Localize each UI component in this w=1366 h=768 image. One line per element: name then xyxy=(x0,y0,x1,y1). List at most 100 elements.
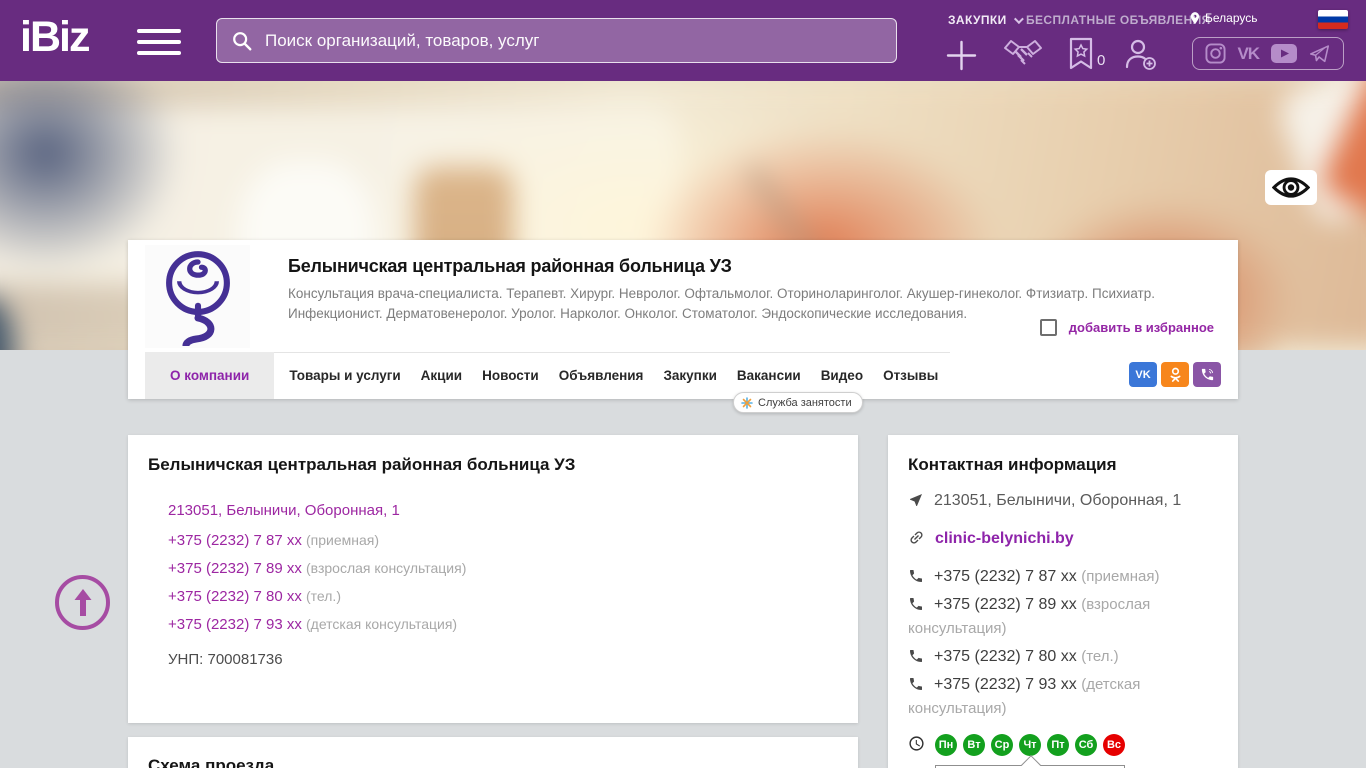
contact-phone-number[interactable]: +375 (2232) 7 87 хх xyxy=(934,568,1077,585)
tab-6[interactable]: Закупки xyxy=(663,368,716,383)
login-button[interactable] xyxy=(1123,38,1157,76)
contact-phone-number[interactable]: +375 (2232) 7 89 хх xyxy=(934,596,1077,613)
schedule-row: Пн Вт Ср Чт Пт Сб Вс xyxy=(908,733,1218,757)
schedule-day-Пн[interactable]: Пн xyxy=(935,733,957,756)
company-address-link[interactable]: 213051, Белыничи, Оборонная, 1 xyxy=(168,502,400,519)
map-card: Схема проезда xyxy=(128,737,858,768)
company-vk-button[interactable]: VK xyxy=(1129,362,1157,387)
contact-phone-note: (приемная) xyxy=(1081,568,1160,585)
phone-icon xyxy=(910,650,922,662)
schedule-days: Пн Вт Ср Чт Пт Сб Вс xyxy=(935,733,1131,756)
company-website-link[interactable]: clinic-belynichi.by xyxy=(935,530,1074,547)
contact-phone-list: +375 (2232) 7 87 хх (приемная) +375 (2232… xyxy=(908,565,1218,721)
phone-row: +375 (2232) 7 93 хх (детская консультаци… xyxy=(168,616,838,633)
country-selector[interactable]: Беларусь xyxy=(1188,11,1257,25)
tab-7[interactable]: Вакансии xyxy=(737,368,801,383)
accessibility-eye-button[interactable] xyxy=(1265,170,1317,205)
telegram-icon[interactable] xyxy=(1308,43,1331,64)
favorites-count: 0 xyxy=(1097,52,1106,69)
phone-link[interactable]: +375 (2232) 7 80 хх xyxy=(168,588,302,605)
about-title: Белыничская центральная районная больниц… xyxy=(148,455,576,474)
nav-free-ads[interactable]: БЕСПЛАТНЫЕ ОБЪЯВЛЕНИЯ xyxy=(1026,13,1211,27)
tab-1[interactable]: О компании xyxy=(145,352,275,399)
phone-icon xyxy=(910,678,922,690)
search-bar xyxy=(216,18,897,63)
site-logo[interactable]: iBiz xyxy=(20,13,90,62)
nav-purchases-label: ЗАКУПКИ xyxy=(948,13,1007,27)
partners-button[interactable] xyxy=(1003,38,1043,77)
tab-8[interactable]: Видео xyxy=(821,368,863,383)
phone-row: +375 (2232) 7 89 хх (взрослая консультац… xyxy=(168,560,838,577)
company-ok-button[interactable] xyxy=(1161,362,1189,387)
phone-note: (детская консультация) xyxy=(306,616,458,632)
contact-info-card: Контактная информация 213051, Белыничи, … xyxy=(888,435,1238,768)
company-header: Белыничская центральная районная больниц… xyxy=(128,240,1238,352)
company-viber-button[interactable] xyxy=(1193,362,1221,387)
schedule-day-Вс[interactable]: Вс xyxy=(1103,733,1125,756)
phone-link[interactable]: +375 (2232) 7 93 хх xyxy=(168,616,302,633)
add-to-favorites[interactable]: добавить в избранное xyxy=(1039,319,1214,336)
clock-icon xyxy=(909,736,924,751)
hygieia-bowl-emblem-icon xyxy=(165,250,230,346)
language-flag-ru[interactable] xyxy=(1318,10,1348,29)
tab-4[interactable]: Новости xyxy=(482,368,539,383)
company-logo xyxy=(145,245,250,348)
add-company-button[interactable] xyxy=(946,40,977,76)
vk-icon[interactable]: VK xyxy=(1237,44,1260,64)
site-header: iBiz ЗАКУПКИ БЕСПЛАТНЫЕ ОБЪЯВЛЕНИЯ Белар… xyxy=(0,0,1366,81)
company-tabs: О компании Товары и услуги Акции Новости Объ… xyxy=(128,352,1238,399)
contact-phone-row: +375 (2232) 7 80 хх (тел.) xyxy=(908,645,1218,669)
contact-phone-number[interactable]: +375 (2232) 7 93 хх xyxy=(934,676,1077,693)
link-icon xyxy=(910,531,923,544)
phone-link[interactable]: +375 (2232) 7 89 хх xyxy=(168,560,302,577)
tab-2[interactable]: Товары и услуги xyxy=(289,368,400,383)
employment-service-icon xyxy=(741,396,753,409)
schedule-day-Пт[interactable]: Пт xyxy=(1047,733,1069,756)
map-title: Схема проезда xyxy=(148,756,275,768)
schedule-day-Ср[interactable]: Ср xyxy=(991,733,1013,756)
about-company-card: Белыничская центральная районная больниц… xyxy=(128,435,858,723)
tooltip-caret xyxy=(1021,755,1041,768)
arrow-up-icon xyxy=(74,588,91,616)
contact-phone-row: +375 (2232) 7 89 хх (взрослая консультац… xyxy=(908,593,1218,641)
tab-3[interactable]: Акции xyxy=(421,368,462,383)
phone-icon xyxy=(910,570,922,582)
company-header-card: Белыничская центральная районная больниц… xyxy=(128,240,1238,413)
phone-note: (приемная) xyxy=(306,532,380,548)
scroll-to-top-button[interactable] xyxy=(55,575,110,630)
page-root: iBiz ЗАКУПКИ БЕСПЛАТНЫЕ ОБЪЯВЛЕНИЯ Белар… xyxy=(0,0,1366,768)
nav-purchases[interactable]: ЗАКУПКИ xyxy=(948,13,1024,27)
chevron-down-icon xyxy=(1013,13,1024,24)
schedule-day-Сб[interactable]: Сб xyxy=(1075,733,1097,756)
add-user-icon xyxy=(1125,39,1156,70)
handshake-icon xyxy=(1004,40,1042,65)
location-pin-icon xyxy=(1190,12,1200,24)
tab-9[interactable]: Отзывы xyxy=(883,368,938,383)
phone-icon xyxy=(910,598,922,610)
instagram-icon[interactable] xyxy=(1205,43,1226,64)
phone-link[interactable]: +375 (2232) 7 87 хх xyxy=(168,532,302,549)
search-input[interactable] xyxy=(265,30,896,51)
schedule-day-Вт[interactable]: Вт xyxy=(963,733,985,756)
menu-icon[interactable] xyxy=(137,29,181,55)
favorite-label: добавить в избранное xyxy=(1068,320,1214,335)
contact-phone-number[interactable]: +375 (2232) 7 80 хх xyxy=(934,648,1077,665)
bookmark-star-icon xyxy=(1069,37,1093,70)
plus-icon xyxy=(946,40,977,71)
schedule-day-Чт[interactable]: Чт xyxy=(1019,733,1041,756)
search-icon xyxy=(233,31,252,50)
contact-phone-row: +375 (2232) 7 93 хх (детская консультаци… xyxy=(908,673,1218,721)
company-title: Белыничская центральная районная больниц… xyxy=(288,256,732,276)
contact-address-row: 213051, Белыничи, Оборонная, 1 xyxy=(908,489,1218,513)
contact-title: Контактная информация xyxy=(908,455,1117,474)
favorites-button[interactable] xyxy=(1068,37,1094,75)
contact-phone-row: +375 (2232) 7 87 хх (приемная) xyxy=(908,565,1218,589)
youtube-icon[interactable] xyxy=(1270,44,1297,63)
tab-5[interactable]: Объявления xyxy=(559,368,644,383)
favorite-checkbox[interactable] xyxy=(1039,319,1057,336)
employment-service-label: Служба занятости xyxy=(758,396,852,409)
company-description: Консультация врача-специалиста. Терапевт… xyxy=(288,286,1155,321)
contact-website-row: clinic-belynichi.by xyxy=(908,527,1218,551)
social-links: VK xyxy=(1192,37,1344,70)
phone-row: +375 (2232) 7 80 хх (тел.) xyxy=(168,588,838,605)
